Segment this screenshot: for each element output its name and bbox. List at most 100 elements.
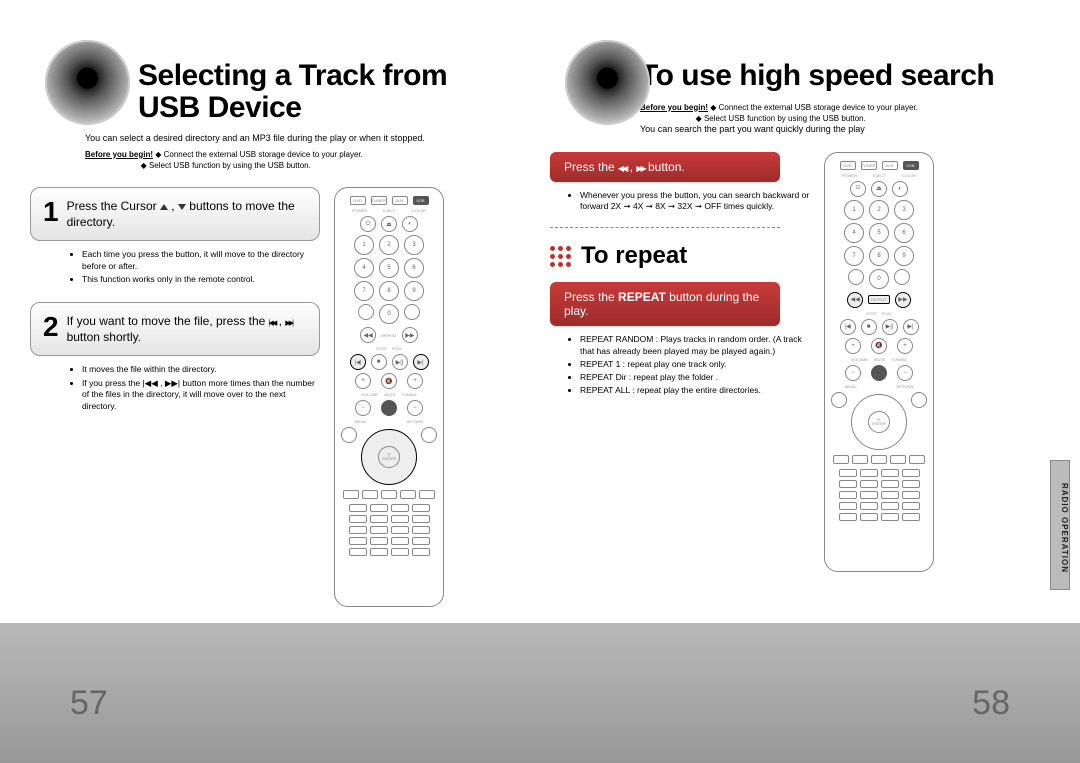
- remote-enter: ⦿ENTER: [378, 446, 400, 468]
- page-title-left: Selecting a Track from USB Device: [138, 60, 510, 123]
- remote-rw: ◀◀: [360, 327, 376, 343]
- page-57: Selecting a Track from USB Device You ca…: [0, 0, 540, 763]
- remote-skip-next-highlight: ▶|: [413, 354, 429, 370]
- remote2-repeat-highlight: REPEAT: [868, 295, 890, 304]
- intro-text-right: You can search the part you want quickly…: [640, 124, 1030, 136]
- fastforward-icon: [636, 160, 644, 174]
- step-2-note-1: It moves the file within the directory.: [82, 364, 320, 375]
- remote-lbl-color: COLOR: [412, 208, 426, 213]
- remote-num-8: 8: [379, 281, 399, 301]
- remote-dpad-highlight: ⦿ENTER: [361, 429, 417, 485]
- remote-src-usb: USB: [413, 196, 429, 205]
- remote2-ff-highlight: ▶▶: [895, 292, 911, 308]
- before-you-begin-right: Before you begin! ◆ Connect the external…: [640, 102, 1030, 124]
- before-item-2: Select USB function by using the USB but…: [149, 161, 311, 170]
- remote-b1: [343, 490, 359, 499]
- step-1-number: 1: [43, 198, 59, 226]
- remote-b4: [400, 490, 416, 499]
- remote-tun-dn: −: [407, 400, 423, 416]
- remote-mute2: [381, 400, 397, 416]
- remote2-bottom-grid: [839, 469, 920, 521]
- remote-mute: 🔇: [381, 373, 397, 389]
- remote-src-aux: AUX: [392, 196, 408, 205]
- step-2-text: If you want to move the file, press the …: [67, 313, 307, 345]
- remote-return: [421, 427, 437, 443]
- remote-control-right: DVD TUNER AUX USB POWER EJECT COLOR ⏻⏏◐ …: [824, 152, 934, 572]
- step-1-note-1: Each time you press the button, it will …: [82, 249, 320, 272]
- remote-tun-up: +: [407, 373, 423, 389]
- remote-menu: [341, 427, 357, 443]
- speaker-graphic-right: [565, 40, 650, 125]
- remote-num-7: 7: [354, 281, 374, 301]
- step-2-note-2: If you press the |◀◀ , ▶▶| button more t…: [82, 378, 320, 412]
- page-58: To use high speed search Before you begi…: [540, 0, 1080, 763]
- remote-vol-dn: −: [355, 400, 371, 416]
- remote-lbl-power: POWER: [352, 208, 367, 213]
- remote-ff: ▶▶: [402, 327, 418, 343]
- before-item-r2: Select USB function by using the USB but…: [704, 114, 866, 123]
- remote-b3: [381, 490, 397, 499]
- remote-src-dvd: DVD: [350, 196, 366, 205]
- remote-power: ⏻: [360, 216, 376, 232]
- remote-illustration-left: DVD TUNER AUX USB POWER EJECT COLOR ⏻⏏◐ …: [334, 187, 444, 607]
- remote-color: ◐: [402, 216, 418, 232]
- remote-num-1: 1: [354, 235, 374, 255]
- repeat-note-2: REPEAT 1 : repeat play one track only.: [580, 359, 810, 371]
- remote2-src-tuner: TUNER: [861, 161, 877, 170]
- step-2-card: 2 If you want to move the file, press th…: [30, 302, 320, 356]
- action-bar-search: Press the , button.: [550, 152, 780, 182]
- before-label: Before you begin!: [85, 150, 153, 159]
- before-label-right: Before you begin!: [640, 103, 708, 112]
- page-title-right: To use high speed search: [640, 60, 1030, 92]
- search-note-1: Whenever you press the button, you can s…: [580, 190, 810, 214]
- remote-play: ▶||: [392, 354, 408, 370]
- remote-b5: [419, 490, 435, 499]
- action-bar-repeat: Press the REPEAT button during the play.: [550, 282, 780, 326]
- remote-illustration-right: DVD TUNER AUX USB POWER EJECT COLOR ⏻⏏◐ …: [824, 152, 934, 572]
- remote-stop: ■: [371, 354, 387, 370]
- step-1-card: 1 Press the Cursor , buttons to move the…: [30, 187, 320, 241]
- remote2-src-aux: AUX: [882, 161, 898, 170]
- remote-vol-up: +: [355, 373, 371, 389]
- repeat-note-3: REPEAT Dir : repeat play the folder .: [580, 372, 810, 384]
- speaker-graphic: [45, 40, 130, 125]
- remote-num-4: 4: [354, 258, 374, 278]
- remote-lbl-eject: EJECT: [383, 208, 396, 213]
- step-1-note-2: This function works only in the remote c…: [82, 274, 320, 285]
- remote2-rw-highlight: ◀◀: [847, 292, 863, 308]
- remote-num-3: 3: [404, 235, 424, 255]
- remote-bottom-grid: [349, 504, 430, 556]
- remote-num-6: 6: [404, 258, 424, 278]
- before-item-1: Connect the external USB storage device …: [164, 150, 363, 159]
- remote-skip-prev-highlight: |◀: [350, 354, 366, 370]
- remote-src-tuner: TUNER: [371, 196, 387, 205]
- repeat-note-4: REPEAT ALL : repeat play the entire dire…: [580, 385, 810, 397]
- remote2-src-usb: USB: [903, 161, 919, 170]
- step-1-text: Press the Cursor , buttons to move the d…: [67, 198, 307, 230]
- step-2-number: 2: [43, 313, 59, 341]
- repeat-notes: REPEAT RANDOM : Plays tracks in random o…: [570, 334, 810, 396]
- before-you-begin-left: Before you begin! ◆ Connect the external…: [85, 149, 510, 171]
- step-2-notes: It moves the file within the directory. …: [72, 364, 320, 412]
- remote-btn-b: [404, 304, 420, 320]
- dots-icon: [550, 246, 571, 267]
- dashed-divider: [550, 227, 780, 228]
- remote-num-2: 2: [379, 235, 399, 255]
- remote-btn-a: [358, 304, 374, 320]
- repeat-note-1: REPEAT RANDOM : Plays tracks in random o…: [580, 334, 810, 358]
- remote2-dpad: ⦿ENTER: [851, 394, 907, 450]
- search-notes: Whenever you press the button, you can s…: [570, 190, 810, 214]
- section-tab-radio-operation: RADIO OPERATION: [1050, 460, 1070, 590]
- remote-num-5: 5: [379, 258, 399, 278]
- remote-num-0: 0: [379, 304, 399, 324]
- remote-control: DVD TUNER AUX USB POWER EJECT COLOR ⏻⏏◐ …: [334, 187, 444, 607]
- cursor-down-icon: [178, 199, 186, 213]
- intro-text-left: You can select a desired directory and a…: [85, 133, 510, 145]
- skip-next-icon: [285, 314, 292, 328]
- remote-b2: [362, 490, 378, 499]
- step-1-notes: Each time you press the button, it will …: [72, 249, 320, 285]
- remote2-src-dvd: DVD: [840, 161, 856, 170]
- repeat-heading: To repeat: [550, 242, 810, 270]
- remote-eject: ⏏: [381, 216, 397, 232]
- before-item-r1: Connect the external USB storage device …: [719, 103, 918, 112]
